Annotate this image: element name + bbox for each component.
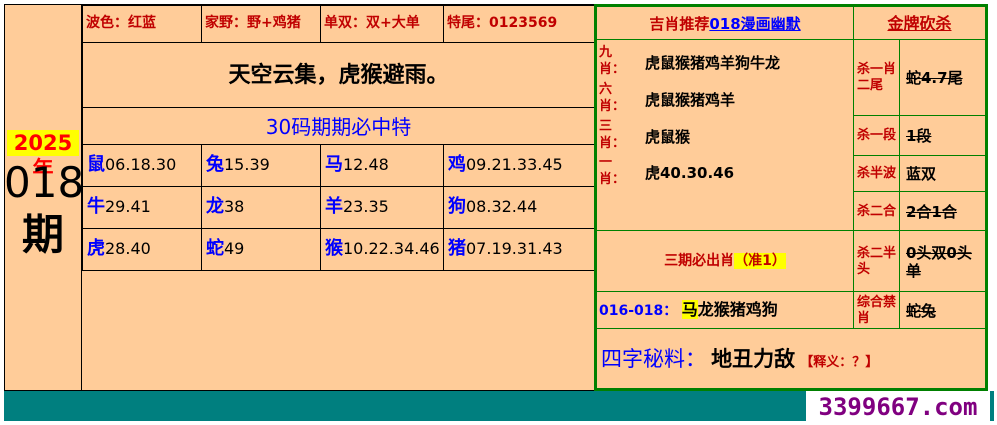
zodiac-numbers: 10.22.34.46 [343,239,440,258]
recommend-panel: 吉肖推荐018漫画幽默 金牌砍杀 九肖： 虎鼠猴猪鸡羊狗牛龙六肖： 虎鼠猴猪鸡羊三肖… [594,4,988,391]
kill-label: 杀二半头 [853,230,900,293]
zodiac-char: 猪 [448,238,466,259]
kill-label: 杀半波 [853,155,900,193]
kill-label: 杀二合 [853,191,900,232]
pick-value: 虎40.30.46 [645,164,735,182]
three-period-box: 三期必出肖（准1） [596,230,854,292]
poem: 天空云集，虎猴避雨。 [82,42,595,108]
zodiac-cell: 鸡09.21.33.45 [443,144,595,187]
zodiac-cell: 牛29.41 [82,186,202,229]
pick-value: 虎鼠猴 [645,128,691,146]
recommend-prefix: 吉肖推荐 [649,15,710,33]
zodiac-char: 马 [325,154,343,175]
kill-value-cell: 蓝双 [899,155,986,193]
zodiac-char: 鼠 [87,154,105,175]
kill-label: 杀一段 [853,115,900,157]
range-label: 016-018： [599,303,678,319]
zodiac-cell: 龙38 [201,186,321,229]
kill-value: 1段 [906,127,932,145]
pick-label: 六肖： [599,82,626,114]
zodiac-char: 虎 [87,238,105,259]
kill-value: 蓝双 [906,165,937,183]
kill-value-cell: 2合1合 [899,191,986,232]
zodiac-numbers: 38 [224,197,245,216]
family-wild: 家野：野+鸡猪 [201,5,321,43]
year-label: 2025年 [7,130,79,181]
zodiac-numbers: 23.35 [343,197,389,216]
zodiac-cell: 猴10.22.34.46 [320,228,444,271]
pick-label: 一肖： [599,155,626,187]
zodiac-char: 狗 [448,196,466,217]
kill-label: 杀一肖二尾 [853,39,900,117]
pick-label: 三肖： [599,119,626,151]
pick-value: 虎鼠猴猪鸡羊 [645,91,736,109]
kill-value-cell: 1段 [899,115,986,157]
gold-kill-header: 金牌砍杀 [853,6,986,40]
banner-30-codes: 30码期期必中特 [82,107,595,145]
zodiac-cell: 兔15.39 [201,144,321,187]
zodiac-numbers: 15.39 [224,155,270,174]
kill-label: 综合禁肖 [853,291,900,330]
zodiac-cell: 狗08.32.44 [443,186,595,229]
zodiac-char: 猴 [325,238,343,259]
four-char-note: 【释义：？】 [800,355,879,370]
zodiac-char: 牛 [87,196,105,217]
zodiac-numbers: 28.40 [105,239,151,258]
main-panel: 波色：红蓝 家野：野+鸡猪 单双：双+大单 特尾：0123569 天空云集，虎猴… [81,4,595,391]
zodiac-cell: 鼠06.18.30 [82,144,202,187]
zodiac-numbers: 09.21.33.45 [466,155,563,174]
three-period-label: 三期必出肖 [664,253,735,269]
kill-value: 蛇4.7尾 [906,69,963,87]
site-url[interactable]: 3399667.com [806,391,990,423]
period-number: 018 [4,158,85,207]
zodiac-picks: 九肖： 虎鼠猴猪鸡羊狗牛龙六肖： 虎鼠猴猪鸡羊三肖： 虎鼠猴一肖： 虎40.30.46 [596,39,854,231]
range-box: 016-018： 马龙猴猪鸡狗 [596,291,854,329]
pick-value: 虎鼠猴猪鸡羊狗牛龙 [645,54,781,72]
four-char-box: 四字秘料： 地丑力敌 【释义：？】 [596,328,986,389]
zodiac-numbers: 08.32.44 [466,197,538,216]
kill-value-cell: 蛇4.7尾 [899,39,986,117]
zodiac-char: 羊 [325,196,343,217]
kill-value-cell: 0头双0头单 [899,230,986,293]
kill-value: 2合1合 [906,202,957,221]
zodiac-cell: 虎28.40 [82,228,202,271]
kill-value: 0头双0头单 [906,243,972,280]
accuracy-tag: （准1） [734,253,786,269]
zodiac-numbers: 12.48 [343,155,389,174]
odd-even: 单双：双+大单 [320,5,444,43]
zodiac-cell: 马12.48 [320,144,444,187]
zodiac-char: 兔 [206,154,224,175]
kill-value-cell: 蛇兔 [899,291,986,330]
special-tail: 特尾：0123569 [443,5,595,43]
zodiac-char: 龙 [206,196,224,217]
recommend-header: 吉肖推荐018漫画幽默 [596,6,854,40]
zodiac-numbers: 06.18.30 [105,155,177,174]
zodiac-numbers: 29.41 [105,197,151,216]
zodiac-numbers: 07.19.31.43 [466,239,563,258]
comic-link[interactable]: 018漫画幽默 [709,15,800,33]
zodiac-cell: 猪07.19.31.43 [443,228,595,271]
zodiac-cell: 羊23.35 [320,186,444,229]
period-char: 期 [21,210,64,259]
range-hit: 马 [681,300,698,319]
four-char-label: 四字秘料： [601,347,706,371]
range-rest: 龙猴猪鸡狗 [697,300,778,319]
zodiac-char: 鸡 [448,154,466,175]
kill-value: 蛇兔 [906,301,937,320]
zodiac-numbers: 49 [224,239,245,258]
four-char-value: 地丑力敌 [711,347,796,371]
pick-label: 九肖： [599,45,626,77]
zodiac-char: 蛇 [206,238,224,259]
wave-color: 波色：红蓝 [82,5,202,43]
zodiac-cell: 蛇49 [201,228,321,271]
